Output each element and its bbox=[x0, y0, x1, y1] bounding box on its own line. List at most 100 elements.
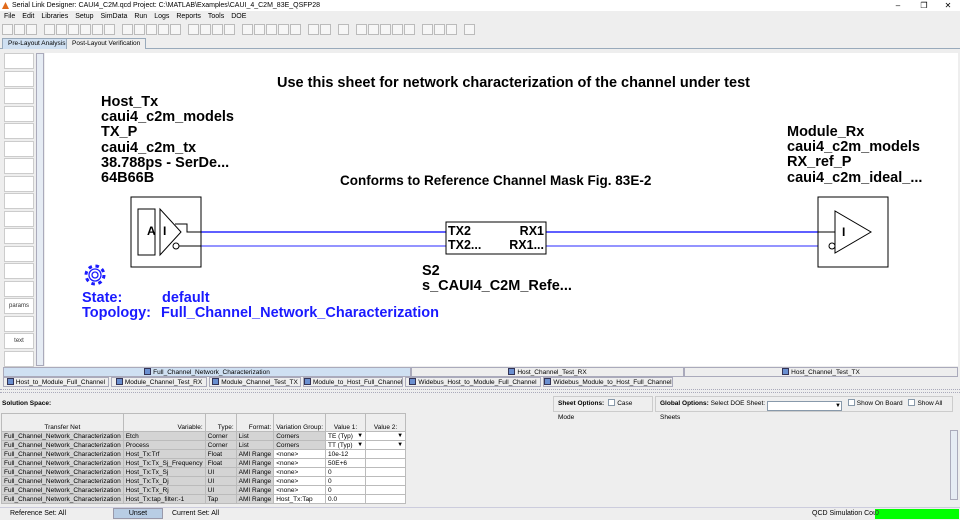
column-header[interactable]: Value 1: bbox=[325, 413, 367, 432]
table-row[interactable]: Full_Channel_Network_Characterization Hos… bbox=[1, 476, 407, 486]
palette-w-element-icon[interactable] bbox=[4, 228, 34, 244]
column-header[interactable]: Variable: bbox=[122, 413, 206, 432]
sheet-tab[interactable]: Host_Channel_Test_RX bbox=[411, 367, 684, 377]
palette-s-block-icon[interactable] bbox=[4, 175, 34, 192]
table-cell[interactable]: 0 bbox=[325, 485, 367, 495]
chevron-down-icon[interactable]: ▼ bbox=[357, 442, 363, 448]
table-cell[interactable]: 50E+6 bbox=[325, 458, 367, 468]
menu-simdata[interactable]: SimData bbox=[101, 11, 128, 22]
table-cell[interactable]: Corners bbox=[273, 431, 327, 441]
save-icon[interactable] bbox=[26, 24, 37, 35]
close-button[interactable]: ✕ bbox=[936, 0, 960, 11]
palette-mod-icon[interactable] bbox=[4, 263, 34, 279]
table-row[interactable]: Full_Channel_Network_Characterization Hos… bbox=[1, 485, 407, 495]
table-row[interactable]: Full_Channel_Network_Characterization Pro… bbox=[1, 440, 407, 450]
rx-probe-icon[interactable] bbox=[146, 24, 157, 35]
probe-icon[interactable] bbox=[122, 24, 133, 35]
table-cell[interactable]: Corners bbox=[273, 440, 327, 450]
table-cell[interactable] bbox=[365, 485, 407, 495]
menu-setup[interactable]: Setup bbox=[75, 11, 93, 22]
module-rx-block[interactable] bbox=[817, 196, 889, 268]
palette-x-block-icon[interactable] bbox=[4, 158, 34, 174]
menu-tools[interactable]: Tools bbox=[208, 11, 224, 22]
column-header[interactable]: Variation Group: bbox=[273, 413, 327, 432]
table-cell[interactable] bbox=[365, 494, 407, 504]
tab-pre-layout-analysis[interactable]: Pre-Layout Analysis bbox=[2, 38, 72, 49]
table-cell[interactable]: ▼ bbox=[365, 440, 407, 450]
table-cell[interactable]: ▼ bbox=[365, 431, 407, 441]
table-cell[interactable]: 0.0 bbox=[325, 494, 367, 504]
menu-logs[interactable]: Logs bbox=[154, 11, 169, 22]
table-row[interactable]: Full_Channel_Network_Characterization Hos… bbox=[1, 458, 407, 468]
column-header[interactable]: Type: bbox=[204, 413, 237, 432]
table-cell[interactable] bbox=[365, 476, 407, 486]
sheet-tab[interactable]: Host_Channel_Test_TX bbox=[684, 367, 958, 377]
case-mode-checkbox[interactable] bbox=[608, 399, 616, 406]
unset-button[interactable]: Unset bbox=[113, 508, 163, 519]
maximize-button[interactable]: ❐ bbox=[912, 0, 936, 11]
gear-icon[interactable] bbox=[84, 264, 106, 286]
palette-w-element-coupled-icon[interactable] bbox=[4, 245, 34, 262]
column-header[interactable]: Format: bbox=[235, 413, 275, 432]
palette-buffer-icon[interactable] bbox=[4, 280, 34, 297]
sheet-tab[interactable]: Widebus_Module_to_Host_Full_Channel bbox=[543, 377, 673, 387]
menu-edit[interactable]: Edit bbox=[22, 11, 34, 22]
palette-via-icon[interactable] bbox=[4, 193, 34, 209]
undo-icon[interactable] bbox=[92, 24, 103, 35]
table-cell[interactable]: <none> bbox=[273, 458, 327, 468]
column-header[interactable]: Transfer Net bbox=[1, 413, 124, 432]
paste-icon[interactable] bbox=[68, 24, 79, 35]
sheet3-icon[interactable] bbox=[290, 24, 301, 35]
menu-doe[interactable]: DOE bbox=[231, 11, 246, 22]
sheet-tab[interactable]: Full_Channel_Network_Characterization bbox=[3, 367, 411, 377]
table-cell[interactable]: TT (Typ) ▼ bbox=[325, 440, 367, 450]
cut-icon[interactable] bbox=[44, 24, 55, 35]
splitter[interactable] bbox=[0, 389, 960, 393]
table-cell[interactable]: 10e-12 bbox=[325, 449, 367, 459]
table-cell[interactable]: 0 bbox=[325, 476, 367, 486]
report5-icon[interactable] bbox=[404, 24, 415, 35]
tab-post-layout-verification[interactable]: Post-Layout Verification bbox=[66, 38, 147, 49]
net-b-icon[interactable] bbox=[320, 24, 331, 35]
palette-via-pair-icon[interactable] bbox=[4, 210, 34, 227]
palette-resistor-icon[interactable] bbox=[4, 53, 34, 69]
new-icon[interactable] bbox=[2, 24, 13, 35]
palette-connector-icon[interactable] bbox=[4, 315, 34, 332]
palette-source-icon[interactable] bbox=[4, 123, 34, 139]
palette-scrollbar[interactable] bbox=[36, 53, 44, 366]
crosshair-icon[interactable] bbox=[158, 24, 169, 35]
chevron-down-icon[interactable]: ▼ bbox=[397, 442, 403, 448]
doe-sheet-select[interactable]: ▼ bbox=[766, 401, 842, 411]
show-all-sheets-checkbox[interactable] bbox=[908, 399, 916, 406]
report4-icon[interactable] bbox=[392, 24, 403, 35]
move-icon[interactable] bbox=[170, 24, 181, 35]
schematic-canvas[interactable]: Use this sheet for network characterizat… bbox=[45, 53, 958, 366]
open-icon[interactable] bbox=[14, 24, 25, 35]
sheet-tab[interactable]: Module_Channel_Test_RX bbox=[111, 377, 207, 387]
table-cell[interactable]: <none> bbox=[273, 476, 327, 486]
table-cell[interactable] bbox=[365, 449, 407, 459]
report2-icon[interactable] bbox=[368, 24, 379, 35]
minimize-button[interactable]: – bbox=[886, 0, 910, 11]
show-on-board-checkbox[interactable] bbox=[847, 399, 855, 406]
redo-icon[interactable] bbox=[104, 24, 115, 35]
palette-line-icon[interactable] bbox=[4, 350, 34, 367]
palette-transmission-line-icon[interactable] bbox=[4, 105, 34, 122]
report3-icon[interactable] bbox=[380, 24, 391, 35]
edit-icon[interactable] bbox=[242, 24, 253, 35]
palette-text-icon[interactable]: text bbox=[4, 333, 34, 349]
table-row[interactable]: Full_Channel_Network_Characterization Hos… bbox=[1, 467, 407, 477]
menu-file[interactable]: File bbox=[4, 11, 15, 22]
menu-run[interactable]: Run bbox=[134, 11, 147, 22]
zoom-icon[interactable] bbox=[200, 24, 211, 35]
sheet1-icon[interactable] bbox=[266, 24, 277, 35]
sheet-tab[interactable]: Module_to_Host_Full_Channel bbox=[303, 377, 403, 387]
settings-icon[interactable] bbox=[434, 24, 445, 35]
chart-icon[interactable] bbox=[422, 24, 433, 35]
menu-reports[interactable]: Reports bbox=[176, 11, 201, 22]
table-row[interactable]: Full_Channel_Network_Characterization Etc… bbox=[1, 431, 407, 441]
sheet-tab[interactable]: Host_to_Module_Full_Channel bbox=[3, 377, 109, 387]
tx-probe-icon[interactable] bbox=[134, 24, 145, 35]
delete-icon[interactable] bbox=[80, 24, 91, 35]
table-cell[interactable] bbox=[365, 467, 407, 477]
